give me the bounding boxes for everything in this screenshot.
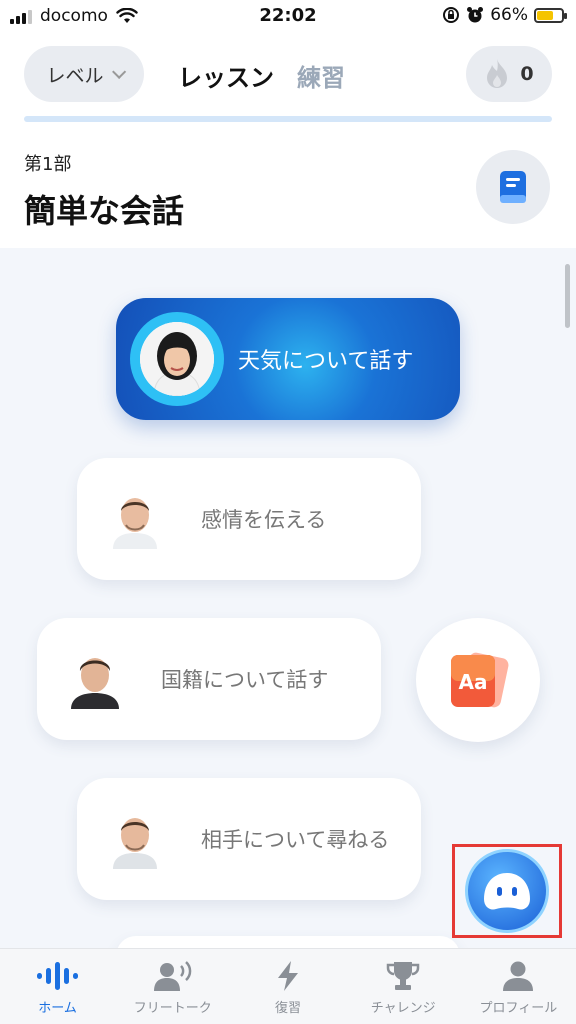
lightning-icon: [278, 961, 298, 991]
tab-label: チャレンジ: [370, 1001, 436, 1016]
tab-challenge[interactable]: チャレンジ: [346, 949, 461, 1024]
battery-fill: [537, 10, 553, 20]
ai-tutor-button[interactable]: [465, 849, 549, 933]
streak-button[interactable]: 0: [466, 46, 552, 102]
status-bar: docomo 22:02 66%: [0, 0, 576, 34]
person-icon: [503, 961, 534, 991]
lesson-label: 感情を伝える: [201, 508, 327, 532]
battery-icon: [534, 7, 567, 23]
man-avatar-icon: [71, 658, 119, 709]
chevron-down-icon: [111, 64, 126, 79]
tab-free-talk[interactable]: フリートーク: [115, 949, 230, 1024]
battery-percent: 66%: [490, 5, 528, 25]
tab-review[interactable]: 復習: [230, 949, 345, 1024]
avatar: [130, 312, 224, 406]
tab-label: 復習: [275, 1001, 302, 1016]
woman-avatar-icon: [140, 322, 214, 396]
vocabulary-cards-icon: Aa: [451, 652, 509, 708]
lesson-label: 相手について尋ねる: [201, 828, 390, 852]
lesson-card[interactable]: 相手について尋ねる: [77, 778, 421, 900]
tab-lesson[interactable]: レッスン: [178, 58, 274, 93]
alarm-icon: [467, 7, 484, 23]
tab-label: プロフィール: [479, 1001, 558, 1016]
lesson-card[interactable]: 感情を伝える: [77, 458, 421, 580]
tab-label: フリートーク: [133, 1001, 212, 1016]
streak-count: 0: [520, 63, 534, 85]
avatar: [109, 489, 161, 549]
tab-label: ホーム: [38, 1001, 77, 1016]
tab-bar: ホーム フリートーク 復習 チャレンジ プロフィール: [0, 948, 576, 1024]
speaking-person-icon: [153, 961, 192, 991]
progress-track: [24, 116, 552, 122]
man-avatar-icon: [113, 818, 157, 869]
tab-practice[interactable]: 練習: [297, 58, 345, 93]
book-button[interactable]: [476, 150, 550, 224]
avatar: [109, 809, 161, 869]
avatar: [69, 649, 121, 709]
level-label: レベル: [46, 64, 104, 87]
rotation-lock-icon: [443, 7, 460, 23]
trophy-icon: [386, 962, 420, 990]
lesson-card-active[interactable]: 天気について話す: [116, 298, 460, 420]
tab-profile[interactable]: プロフィール: [461, 949, 576, 1024]
highlight-frame: [452, 844, 562, 938]
robot-icon: [484, 873, 530, 910]
tab-home[interactable]: ホーム: [0, 949, 115, 1024]
lesson-card[interactable]: 国籍について話す: [37, 618, 381, 740]
vocabulary-button[interactable]: Aa: [416, 618, 540, 742]
waveform-icon: [36, 962, 78, 990]
book-icon: [500, 171, 526, 203]
scrollbar[interactable]: [565, 264, 570, 328]
lesson-label: 国籍について話す: [161, 668, 329, 692]
level-selector[interactable]: レベル: [24, 46, 144, 102]
section-part-label: 第1部: [24, 154, 72, 175]
lesson-label: 天気について話す: [238, 349, 414, 374]
man-avatar-icon: [113, 498, 157, 549]
vocabulary-label: Aa: [459, 670, 488, 694]
flame-icon: [487, 59, 508, 88]
section-title: 簡単な会話: [24, 192, 185, 230]
